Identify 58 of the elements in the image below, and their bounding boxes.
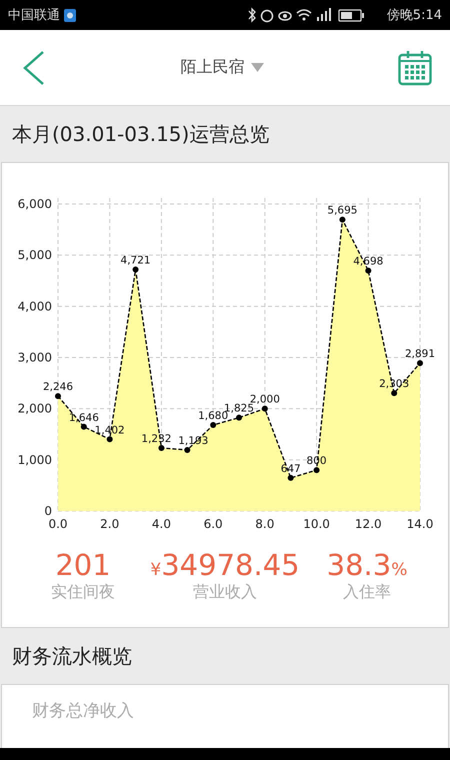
section-title: 本月(03.01-03.15)运营总览 xyxy=(11,120,270,148)
data-point xyxy=(288,474,294,481)
data-point xyxy=(210,422,216,428)
data-point xyxy=(106,436,113,442)
value-label: 4,698 xyxy=(353,256,384,268)
x-tick-label: 2.0 xyxy=(100,517,120,531)
data-point xyxy=(236,414,242,421)
data-point xyxy=(184,446,190,453)
data-point xyxy=(262,406,268,412)
value-label: 647 xyxy=(280,462,301,475)
data-point xyxy=(158,444,164,451)
data-point xyxy=(417,360,423,366)
back-button[interactable] xyxy=(22,50,46,86)
x-tick-label: 6.0 xyxy=(204,517,223,531)
data-point xyxy=(391,390,398,396)
y-tick-label: 4,000 xyxy=(18,299,52,314)
value-label: 1,646 xyxy=(68,412,99,424)
x-tick-label: 4.0 xyxy=(152,517,171,531)
data-point xyxy=(80,424,87,430)
value-label: 1,232 xyxy=(141,432,172,445)
data-point xyxy=(314,467,320,474)
value-label: 1,402 xyxy=(94,424,125,436)
y-tick-label: 6,000 xyxy=(18,197,52,211)
data-point xyxy=(365,268,372,274)
x-tick-label: 10.0 xyxy=(303,517,330,531)
data-point xyxy=(55,393,61,400)
stat-label: 实住间夜 xyxy=(51,582,115,603)
dropdown-triangle-icon xyxy=(250,63,264,72)
y-tick-label: 3,000 xyxy=(18,350,52,364)
data-point xyxy=(339,216,346,223)
section-title: 财务流水概览 xyxy=(11,642,133,670)
carrier-name: 中国联通 xyxy=(8,7,60,24)
x-tick-label: 12.0 xyxy=(354,517,382,531)
y-tick-label: 2,000 xyxy=(18,402,52,416)
data-point xyxy=(132,266,139,272)
value-label: 800 xyxy=(306,455,327,468)
shield-icon xyxy=(64,8,76,22)
value-label: 1,680 xyxy=(198,410,228,422)
stat-label: 营业收入 xyxy=(193,582,257,603)
x-tick-label: 8.0 xyxy=(255,517,274,531)
property-dropdown[interactable]: 陌上民宿 xyxy=(176,53,268,82)
value-label: 2,246 xyxy=(42,381,74,394)
y-tick-label: 1,000 xyxy=(18,452,52,467)
value-label: 2,000 xyxy=(250,394,280,406)
stat-label: 入住率 xyxy=(343,582,391,603)
x-tick-label: 0.0 xyxy=(48,517,68,531)
y-tick-label: 0 xyxy=(44,504,52,518)
stat-value: 38.3% xyxy=(326,548,408,582)
x-tick-label: 14.0 xyxy=(406,517,434,531)
stat-value: ¥34978.45 xyxy=(150,548,300,582)
value-label: 4,721 xyxy=(120,254,151,266)
y-tick-label: 5,000 xyxy=(18,248,52,262)
finance-item-label: 财务总净收入 xyxy=(32,701,134,721)
clock-time: 傍晚5:14 xyxy=(386,7,442,24)
stat-value: 201 xyxy=(55,548,111,582)
value-label: 2,891 xyxy=(404,348,436,360)
value-label: 5,695 xyxy=(327,204,358,217)
calendar-button[interactable] xyxy=(398,50,432,86)
